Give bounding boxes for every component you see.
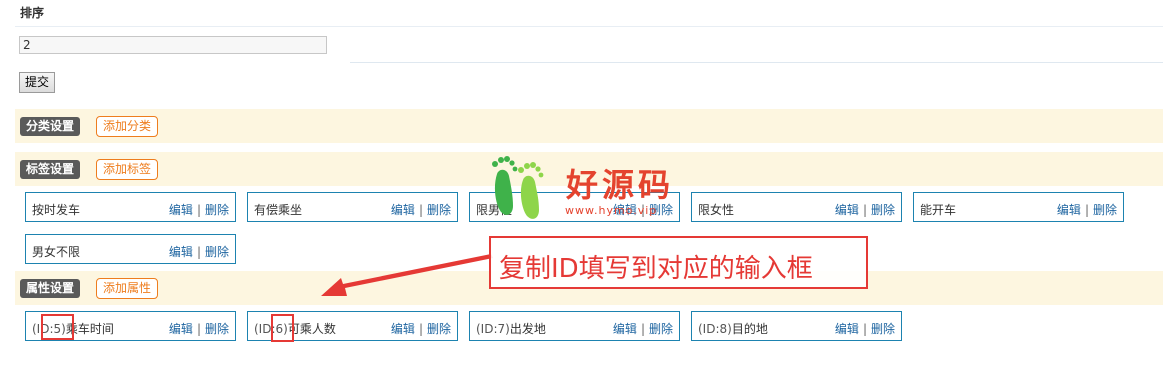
separator: | [640,322,645,336]
annotation-callout: 复制ID填写到对应的输入框 [489,236,868,289]
delete-link[interactable]: 删除 [427,203,451,217]
add-attribute-button[interactable]: 添加属性 [96,278,159,299]
delete-link[interactable]: 删除 [649,322,673,336]
tag-name: 能开车 [920,203,957,217]
annotation-arrow-icon [321,254,493,296]
add-tag-button[interactable]: 添加标签 [96,159,159,180]
delete-link[interactable]: 删除 [871,203,895,217]
edit-link[interactable]: 编辑 [169,322,193,336]
add-category-button[interactable]: 添加分类 [96,116,159,137]
separator: | [418,322,423,336]
separator: | [862,322,867,336]
edit-link[interactable]: 编辑 [391,203,415,217]
separator: | [1084,203,1089,217]
attribute-name: 目的地 [731,322,768,336]
separator: | [862,203,867,217]
category-section-title: 分类设置 [20,117,81,136]
attribute-item: (ID:7)出发地 编辑 | 删除 [469,311,680,341]
watermark-url: www.hymo.vip [565,204,658,217]
watermark-text: 好源码 [566,166,675,204]
id-highlight-box [271,314,294,342]
delete-link[interactable]: 删除 [1093,203,1117,217]
delete-link[interactable]: 删除 [205,322,229,336]
tag-item: 能开车 编辑 | 删除 [913,192,1124,222]
attribute-name: 出发地 [509,322,546,336]
delete-link[interactable]: 删除 [205,203,229,217]
edit-link[interactable]: 编辑 [835,322,859,336]
annotation-text: 复制ID填写到对应的输入框 [499,254,813,284]
tag-name: 按时发车 [32,203,81,217]
footprint-logo-icon [492,156,544,219]
edit-link[interactable]: 编辑 [391,322,415,336]
category-section: 分类设置 添加分类 [15,109,1163,143]
delete-link[interactable]: 删除 [427,322,451,336]
tag-item: 限女性 编辑 | 删除 [691,192,902,222]
attribute-item: (ID:8)目的地 编辑 | 删除 [691,311,902,341]
delete-link[interactable]: 删除 [205,245,229,259]
edit-link[interactable]: 编辑 [613,322,637,336]
attribute-name: 可乘人数 [287,322,336,336]
edit-link[interactable]: 编辑 [1057,203,1081,217]
edit-link[interactable]: 编辑 [835,203,859,217]
separator: | [196,203,201,217]
divider [15,26,1163,27]
attribute-section-title: 属性设置 [20,279,81,298]
separator: | [196,322,201,336]
edit-link[interactable]: 编辑 [169,203,193,217]
sort-label: 排序 [20,6,45,20]
tag-section-title: 标签设置 [20,160,81,179]
separator: | [196,245,201,259]
tag-item: 有偿乘坐 编辑 | 删除 [247,192,458,222]
divider [350,62,1163,63]
tag-name: 男女不限 [32,245,81,259]
sort-input[interactable] [19,36,327,54]
attribute-id: (ID:8) [698,322,732,336]
tag-name: 限女性 [698,203,735,217]
tag-item: 按时发车 编辑 | 删除 [25,192,236,222]
edit-link[interactable]: 编辑 [169,245,193,259]
attribute-id: (ID:7) [476,322,510,336]
tag-item: 男女不限 编辑 | 删除 [25,234,236,264]
separator: | [418,203,423,217]
delete-link[interactable]: 删除 [871,322,895,336]
id-highlight-box [41,314,74,340]
submit-button[interactable]: 提交 [19,72,56,93]
tag-name: 有偿乘坐 [254,203,303,217]
